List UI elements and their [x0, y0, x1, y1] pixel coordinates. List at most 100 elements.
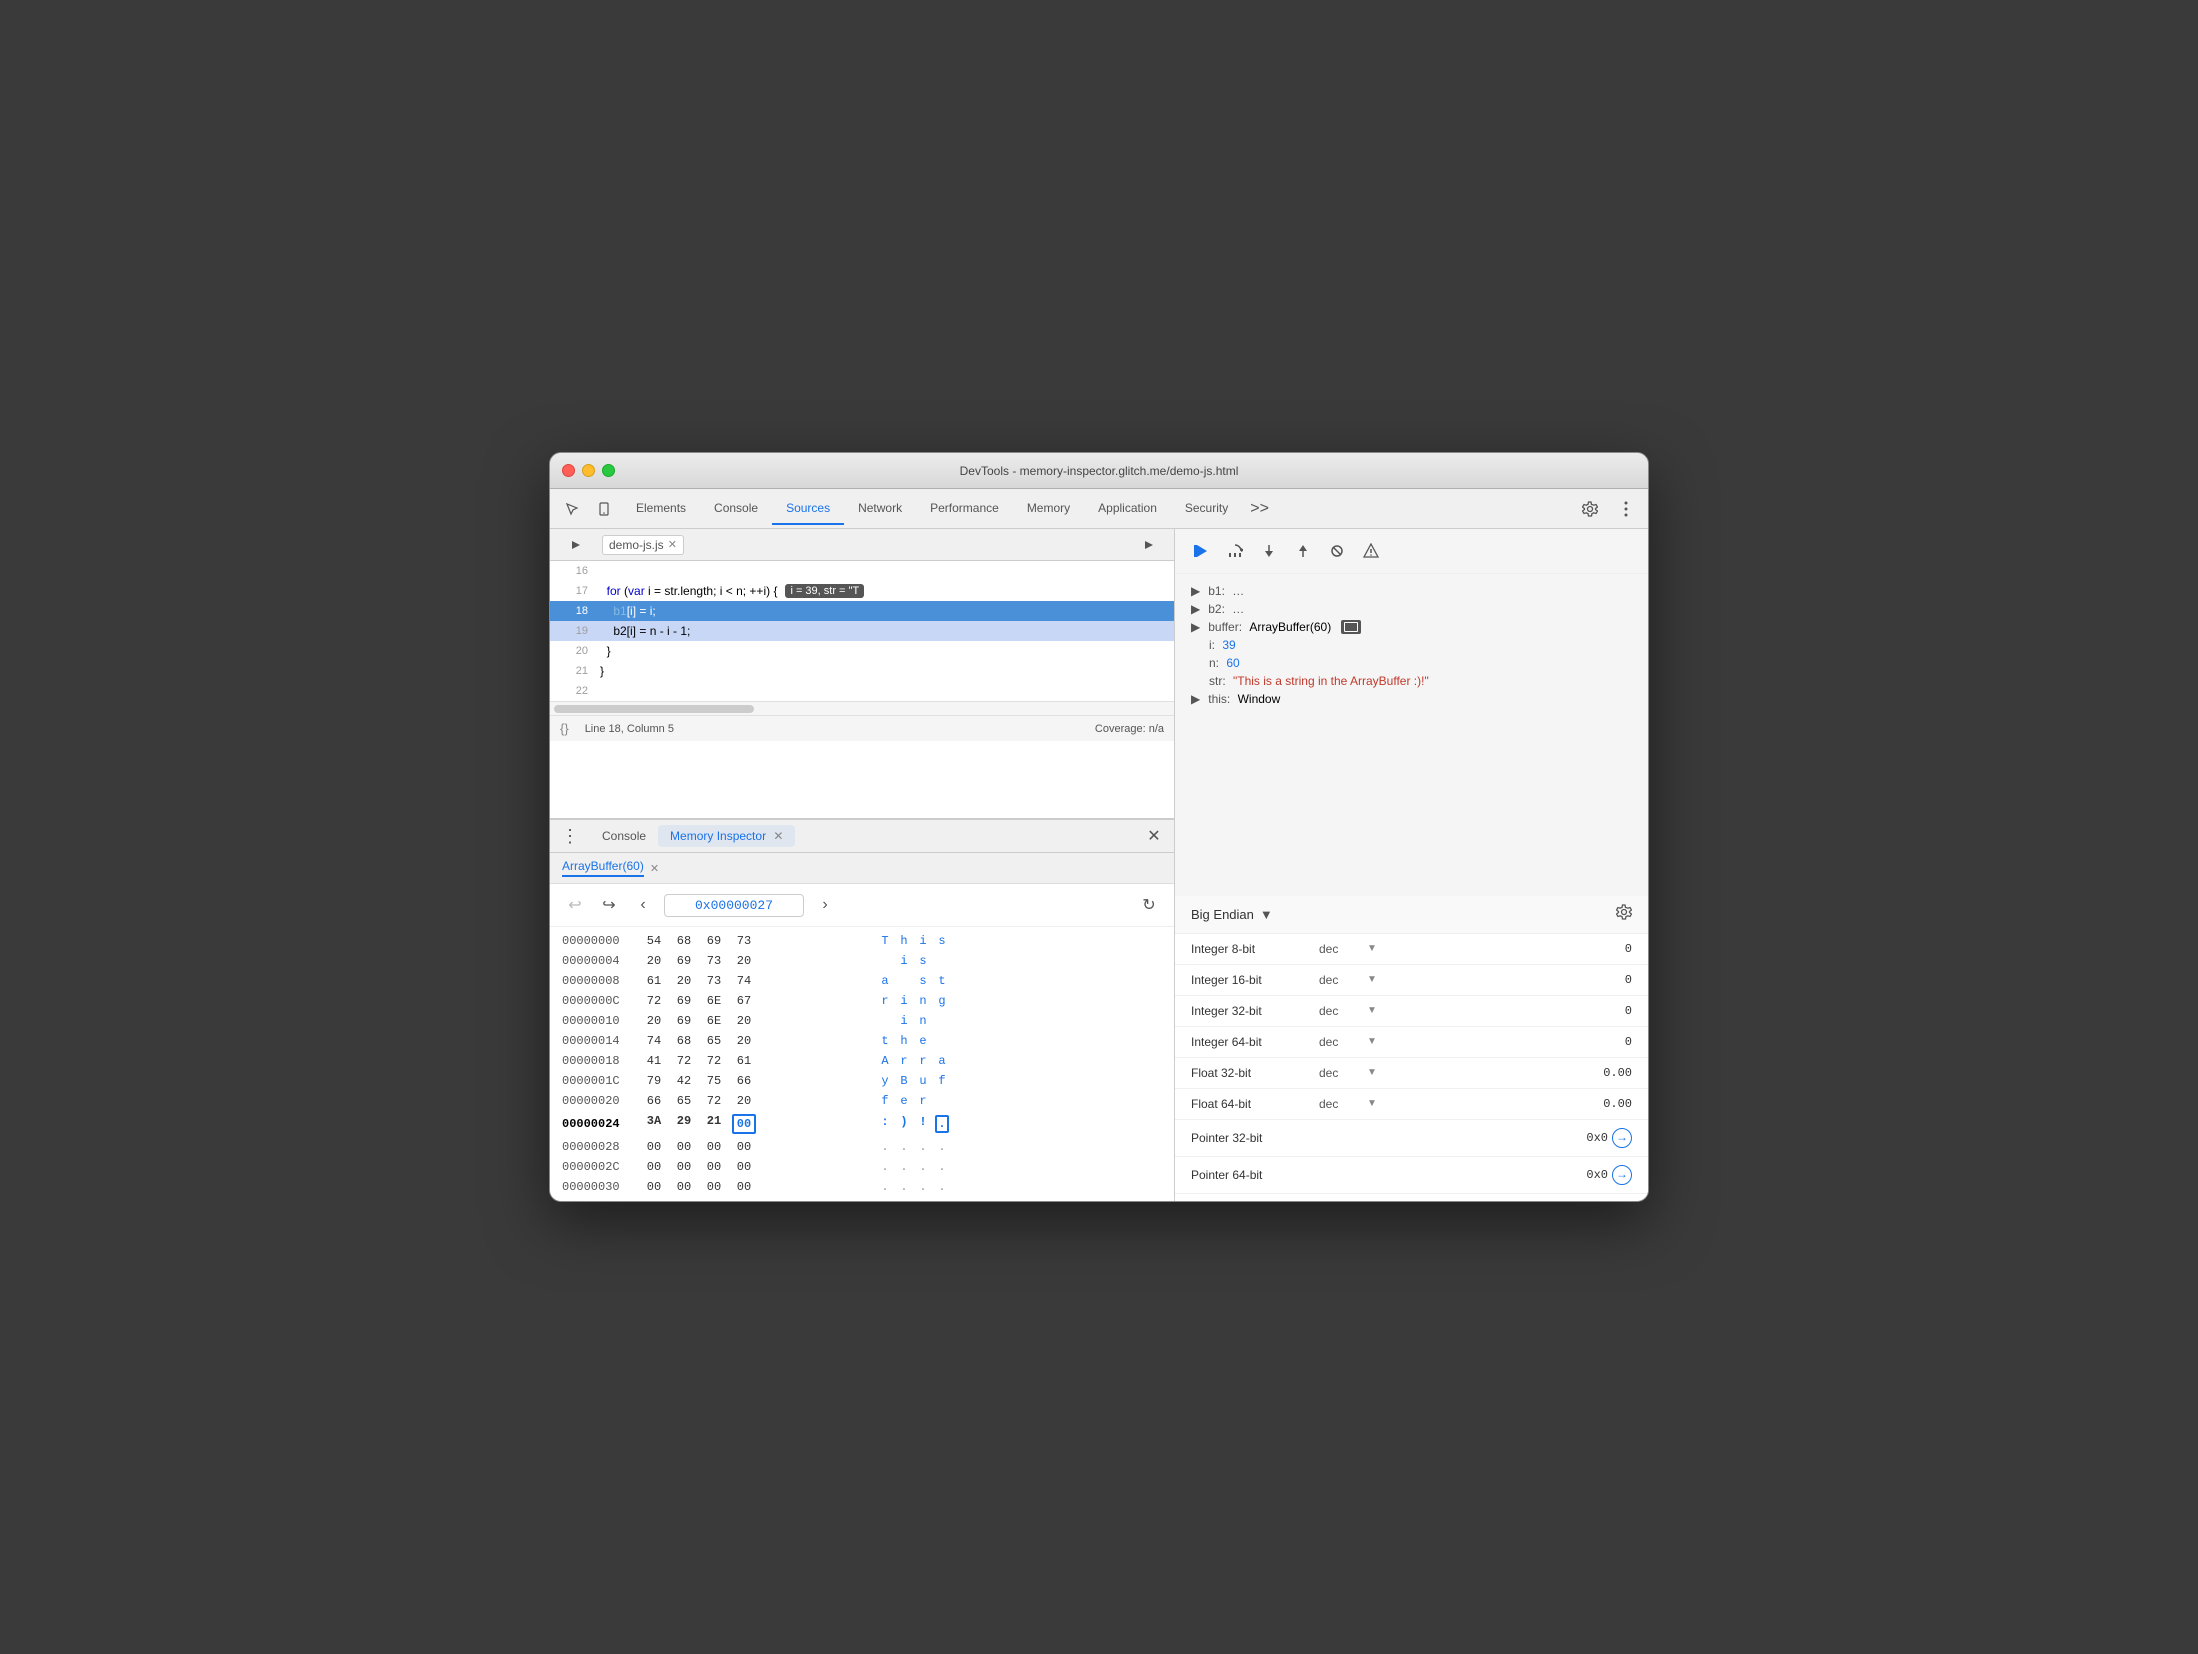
- traffic-lights: [562, 464, 615, 477]
- file-tab-demo-js[interactable]: demo-js.js ✕: [602, 535, 684, 555]
- tab-sources[interactable]: Sources: [772, 493, 844, 525]
- scope-item-buffer: ▶ buffer: ArrayBuffer(60): [1175, 618, 1648, 636]
- resume-button[interactable]: [1187, 537, 1215, 565]
- tab-bar: Elements Console Sources Network Perform…: [550, 489, 1648, 529]
- code-line-22: 22: [550, 681, 1174, 701]
- step-out-button[interactable]: [1289, 537, 1317, 565]
- code-line-21: 21 }: [550, 661, 1174, 681]
- expand-arrow[interactable]: ▶: [1191, 602, 1200, 616]
- scope-item-str: str: "This is a string in the ArrayBuffe…: [1175, 672, 1648, 690]
- window-title: DevTools - memory-inspector.glitch.me/de…: [960, 464, 1239, 478]
- cursor-icon[interactable]: [558, 495, 586, 523]
- address-nav-row: ↩ ↪ ‹ › ↻: [550, 884, 1174, 927]
- pause-exception-button[interactable]: [1357, 537, 1385, 565]
- file-tab-label: demo-js.js: [609, 538, 664, 552]
- pointer-navigate-32[interactable]: →: [1612, 1128, 1632, 1148]
- nav-prev-button[interactable]: ‹: [630, 892, 656, 918]
- mobile-icon[interactable]: [590, 495, 618, 523]
- value-row-float64: Float 64-bit dec ▼ 0.00 ➘: [1175, 1089, 1648, 1120]
- pointer-value-32: 0x0 →: [1586, 1128, 1632, 1148]
- memory-icon[interactable]: [1341, 620, 1361, 634]
- expand-arrow[interactable]: ▶: [1191, 584, 1200, 598]
- source-code: 16 17 for (var i = str.length; i < n; ++…: [550, 561, 1174, 701]
- close-button[interactable]: [562, 464, 575, 477]
- pointer-row-32: Pointer 32-bit 0x0 →: [1175, 1120, 1648, 1157]
- main-area: demo-js.js ✕ 16 17 for (var i: [550, 529, 1648, 1201]
- memory-section: ⋮ Console Memory Inspector ✕ ✕ ArrayBuff…: [550, 819, 1174, 1201]
- panel-dots-button[interactable]: ⋮: [558, 824, 582, 848]
- hex-row-selected: 00000024 3A 29 21 00 : ) ! .: [550, 1111, 1174, 1137]
- code-line-16: 16: [550, 561, 1174, 581]
- hex-row: 00000010 20 69 6E 20 i n: [550, 1011, 1174, 1031]
- arraybuffer-close[interactable]: ✕: [650, 862, 659, 875]
- value-row-float32: Float 32-bit dec ▼ 0.00: [1175, 1058, 1648, 1089]
- tab-application[interactable]: Application: [1084, 493, 1171, 525]
- scope-item-b1: ▶ b1: …: [1175, 582, 1648, 600]
- more-options-icon[interactable]: [1612, 495, 1640, 523]
- endian-row: Big Endian ▼: [1175, 896, 1648, 934]
- maximize-button[interactable]: [602, 464, 615, 477]
- code-line-18: 18 b1[i] = i;: [550, 601, 1174, 621]
- hex-row: 0000000C 72 69 6E 67 r i n g: [550, 991, 1174, 1011]
- hex-row: 00000000 54 68 69 73 T h i s: [550, 931, 1174, 951]
- nav-next-button[interactable]: ›: [812, 892, 838, 918]
- tab-console-bottom[interactable]: Console: [590, 825, 658, 847]
- arraybuffer-tab: ArrayBuffer(60) ✕: [550, 853, 1174, 884]
- value-row-int64: Integer 64-bit dec ▼ 0: [1175, 1027, 1648, 1058]
- file-tab-right-icon[interactable]: [1136, 532, 1162, 558]
- tab-console[interactable]: Console: [700, 493, 772, 525]
- hex-row: 0000002C 00 00 00 00 . . . .: [550, 1157, 1174, 1177]
- value-row-int16: Integer 16-bit dec ▼ 0: [1175, 965, 1648, 996]
- value-row-int32: Integer 32-bit dec ▼ 0: [1175, 996, 1648, 1027]
- step-into-button[interactable]: [1255, 537, 1283, 565]
- left-column: demo-js.js ✕ 16 17 for (var i: [550, 529, 1175, 1201]
- tab-memory-inspector[interactable]: Memory Inspector ✕: [658, 825, 795, 847]
- refresh-button[interactable]: ↻: [1136, 892, 1162, 918]
- scope-item-i: i: 39: [1175, 636, 1648, 654]
- scope-item-b2: ▶ b2: …: [1175, 600, 1648, 618]
- memory-inspector-close[interactable]: ✕: [773, 829, 783, 843]
- hex-row: 00000030 00 00 00 00 . . . .: [550, 1177, 1174, 1197]
- pointer-value-64: 0x0 →: [1586, 1165, 1632, 1185]
- expand-arrow[interactable]: ▶: [1191, 620, 1200, 634]
- source-arrow-icon[interactable]: [562, 531, 590, 559]
- pointer-navigate-64[interactable]: →: [1612, 1165, 1632, 1185]
- tab-elements[interactable]: Elements: [622, 493, 700, 525]
- pointer-row-64: Pointer 64-bit 0x0 →: [1175, 1157, 1648, 1194]
- endian-label: Big Endian: [1191, 907, 1254, 922]
- address-input[interactable]: [664, 894, 804, 917]
- file-tab-close[interactable]: ✕: [668, 538, 677, 551]
- arraybuffer-label[interactable]: ArrayBuffer(60): [562, 859, 644, 877]
- tab-memory[interactable]: Memory: [1013, 493, 1084, 525]
- scrollbar-thumb[interactable]: [554, 705, 754, 713]
- source-file-tabs: demo-js.js ✕: [550, 529, 1174, 561]
- hex-row: 00000028 00 00 00 00 . . . .: [550, 1137, 1174, 1157]
- hex-row: 00000018 41 72 72 61 A r r a: [550, 1051, 1174, 1071]
- hex-row: 00000020 66 65 72 20 f e r: [550, 1091, 1174, 1111]
- endian-caret-icon: ▼: [1260, 907, 1273, 922]
- minimize-button[interactable]: [582, 464, 595, 477]
- right-column: ▶ b1: … ▶ b2: … ▶ buffer: ArrayBuffer(60…: [1175, 529, 1648, 1201]
- titlebar: DevTools - memory-inspector.glitch.me/de…: [550, 453, 1648, 489]
- deactivate-button[interactable]: [1323, 537, 1351, 565]
- hex-row: 0000001C 79 42 75 66 y B u f: [550, 1071, 1174, 1091]
- tab-network[interactable]: Network: [844, 493, 916, 525]
- panel-close-button[interactable]: ✕: [1142, 824, 1166, 848]
- tabbar-right: [1576, 495, 1640, 523]
- status-bar: {} Line 18, Column 5 Coverage: n/a: [550, 715, 1174, 741]
- scope-panel: ▶ b1: … ▶ b2: … ▶ buffer: ArrayBuffer(60…: [1175, 574, 1648, 896]
- more-tabs-button[interactable]: >>: [1242, 496, 1277, 522]
- nav-forward-button[interactable]: ↪: [596, 892, 622, 918]
- inspector-settings-button[interactable]: [1616, 904, 1632, 925]
- endian-selector[interactable]: Big Endian ▼: [1191, 907, 1273, 922]
- horizontal-scrollbar[interactable]: [550, 701, 1174, 715]
- tab-security[interactable]: Security: [1171, 493, 1242, 525]
- nav-back-button[interactable]: ↩: [562, 892, 588, 918]
- bracket-icon: {}: [560, 721, 569, 736]
- expand-arrow[interactable]: ▶: [1191, 692, 1200, 706]
- tab-performance[interactable]: Performance: [916, 493, 1013, 525]
- settings-icon[interactable]: [1576, 495, 1604, 523]
- step-over-button[interactable]: [1221, 537, 1249, 565]
- value-inspector: Big Endian ▼ Integer 8-bit dec ▼ 0 Integ…: [1175, 896, 1648, 1202]
- hex-grid: 00000000 54 68 69 73 T h i s: [550, 927, 1174, 1201]
